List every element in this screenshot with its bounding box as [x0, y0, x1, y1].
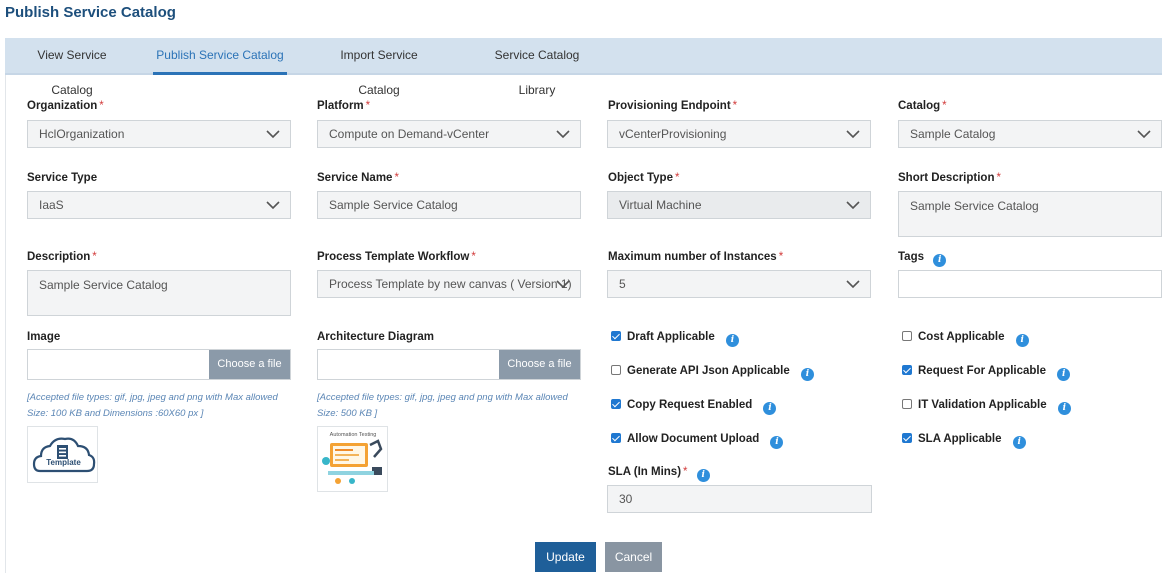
image-label: Image	[27, 331, 61, 343]
checkbox-box[interactable]	[902, 331, 912, 341]
tags-label: Tags i	[898, 251, 947, 267]
service-name-input[interactable]: Sample Service Catalog	[317, 191, 581, 219]
service-type-select[interactable]: IaaS	[27, 191, 291, 219]
chevron-down-icon	[556, 280, 570, 289]
form-panel	[5, 75, 1162, 573]
chevron-down-icon	[266, 130, 280, 139]
checkbox-box[interactable]	[611, 433, 621, 443]
image-file-input[interactable]: Choose a file	[27, 349, 291, 380]
checkbox-box[interactable]	[902, 399, 912, 409]
provisioning-endpoint-label: Provisioning Endpoint *	[608, 100, 738, 112]
request-for-applicable-checkbox[interactable]: Request For Applicable i	[902, 365, 1071, 381]
tab-bar: View Service Catalog Publish Service Cat…	[5, 38, 1162, 97]
info-icon[interactable]: i	[696, 469, 710, 482]
sla-label: SLA (In Mins) * i	[608, 466, 710, 482]
checkbox-box[interactable]	[611, 365, 621, 375]
description-textarea[interactable]: Sample Service Catalog	[27, 270, 291, 316]
organization-label: Organization *	[27, 100, 104, 112]
max-instances-label: Maximum number of Instances *	[608, 251, 784, 263]
short-description-label: Short Description *	[898, 172, 1001, 184]
checkbox-box[interactable]	[611, 331, 621, 341]
sla-input[interactable]: 30	[607, 485, 872, 513]
object-type-select[interactable]: Virtual Machine	[607, 191, 871, 219]
chevron-down-icon	[1137, 130, 1151, 139]
info-icon[interactable]: i	[800, 368, 814, 381]
page-title: Publish Service Catalog	[5, 4, 176, 21]
cost-applicable-checkbox[interactable]: Cost Applicable i	[902, 331, 1029, 347]
provisioning-endpoint-select[interactable]: vCenterProvisioning	[607, 120, 871, 148]
checkbox-box[interactable]	[902, 433, 912, 443]
chevron-down-icon	[556, 130, 570, 139]
chevron-down-icon	[266, 201, 280, 210]
info-icon[interactable]: i	[763, 402, 777, 415]
short-description-textarea[interactable]: Sample Service Catalog	[898, 191, 1162, 237]
object-type-label: Object Type *	[608, 172, 680, 184]
tags-input[interactable]	[898, 270, 1162, 298]
platform-select[interactable]: Compute on Demand-vCenter	[317, 120, 581, 148]
generate-api-json-applicable-checkbox[interactable]: Generate API Json Applicable i	[611, 365, 814, 381]
sla-applicable-checkbox[interactable]: SLA Applicable i	[902, 433, 1026, 449]
draft-applicable-checkbox[interactable]: Draft Applicable i	[611, 331, 739, 347]
info-icon[interactable]: i	[1057, 368, 1071, 381]
platform-label: Platform *	[317, 100, 371, 112]
choose-architecture-button[interactable]: Choose a file	[499, 350, 580, 379]
image-thumbnail: Template	[27, 426, 98, 483]
update-button[interactable]: Update	[535, 542, 596, 572]
info-icon[interactable]: i	[933, 254, 947, 267]
service-type-label: Service Type	[27, 172, 98, 184]
info-icon[interactable]: i	[1015, 334, 1029, 347]
info-icon[interactable]: i	[770, 436, 784, 449]
architecture-thumbnail: Automation Testing	[317, 426, 388, 492]
process-template-workflow-label: Process Template Workflow *	[317, 251, 476, 263]
choose-image-button[interactable]: Choose a file	[209, 350, 290, 379]
organization-select[interactable]: HclOrganization	[27, 120, 291, 148]
service-name-label: Service Name *	[317, 172, 399, 184]
chevron-down-icon	[846, 280, 860, 289]
max-instances-select[interactable]: 5	[607, 270, 871, 298]
description-label: Description *	[27, 251, 97, 263]
info-icon[interactable]: i	[1057, 402, 1071, 415]
image-hint: [Accepted file types: gif, jpg, jpeg and…	[27, 392, 278, 419]
tab-import-service-catalog[interactable]: Import Service Catalog	[323, 38, 435, 97]
allow-document-upload-checkbox[interactable]: Allow Document Upload i	[611, 433, 784, 449]
architecture-thumb-caption: Automation Testing	[329, 432, 377, 438]
checkbox-box[interactable]	[902, 365, 912, 375]
copy-request-enabled-checkbox[interactable]: Copy Request Enabled i	[611, 399, 777, 415]
cloud-template-icon	[32, 437, 96, 473]
tab-publish-service-catalog[interactable]: Publish Service Catalog	[153, 38, 287, 75]
tab-service-catalog-library[interactable]: Service Catalog Library	[481, 38, 593, 97]
catalog-select[interactable]: Sample Catalog	[898, 120, 1162, 148]
architecture-file-input[interactable]: Choose a file	[317, 349, 581, 380]
chevron-down-icon	[846, 130, 860, 139]
checkbox-box[interactable]	[611, 399, 621, 409]
process-template-workflow-select[interactable]: Process Template by new canvas ( Version…	[317, 270, 581, 298]
architecture-diagram-label: Architecture Diagram	[317, 331, 434, 343]
architecture-hint: [Accepted file types: gif, jpg, jpeg and…	[317, 392, 568, 419]
chevron-down-icon	[846, 201, 860, 210]
thumbnail-caption: Template	[46, 458, 81, 467]
catalog-label: Catalog *	[898, 100, 947, 112]
info-icon[interactable]: i	[725, 334, 739, 347]
info-icon[interactable]: i	[1012, 436, 1026, 449]
tab-view-service-catalog[interactable]: View Service Catalog	[17, 38, 127, 97]
it-validation-applicable-checkbox[interactable]: IT Validation Applicable i	[902, 399, 1071, 415]
cancel-button[interactable]: Cancel	[605, 542, 662, 572]
